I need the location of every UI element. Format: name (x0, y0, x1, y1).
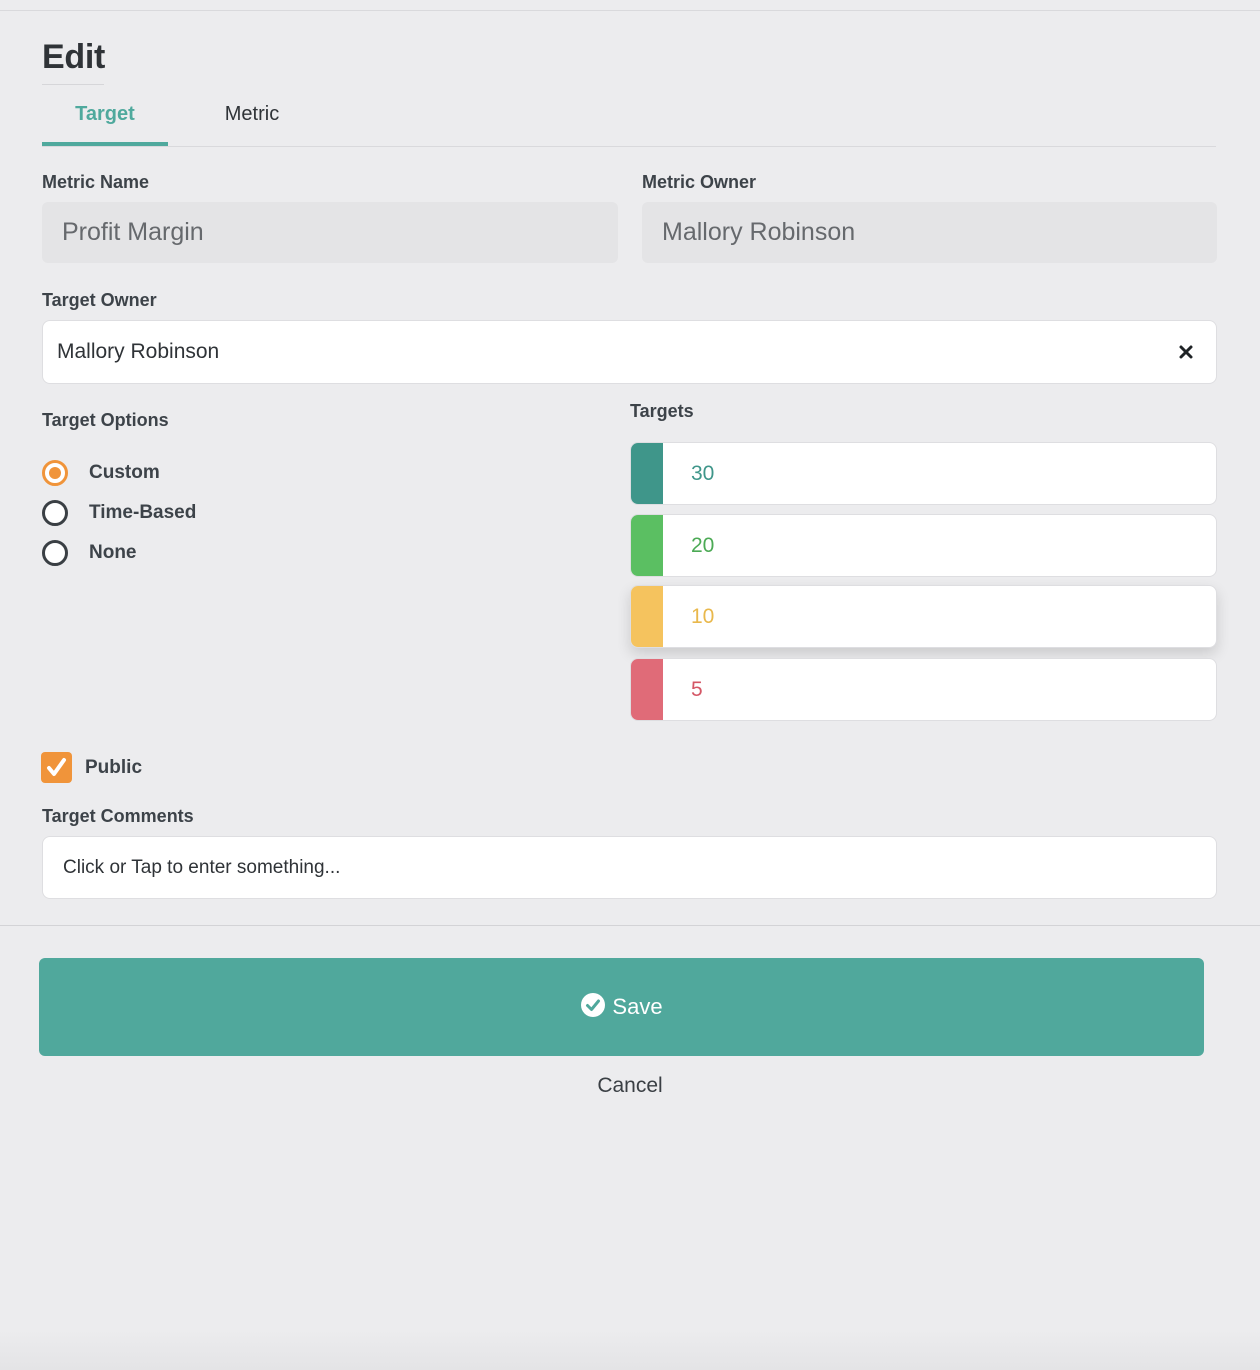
radio-button[interactable] (42, 500, 68, 526)
save-label: Save (612, 994, 663, 1019)
target-value: 5 (691, 678, 703, 701)
radio-label-time-based: Time-Based (89, 502, 197, 523)
target-owner-label: Target Owner (42, 290, 157, 310)
radio-label-custom: Custom (89, 462, 160, 483)
target-row-1[interactable]: 30 (630, 442, 1217, 505)
title-underline (42, 84, 104, 85)
public-checkbox[interactable] (41, 752, 72, 783)
target-owner-select[interactable]: Mallory Robinson (42, 320, 1217, 384)
radio-option-time-based[interactable]: Time-Based (42, 499, 196, 527)
metric-owner-field: Mallory Robinson (642, 202, 1217, 263)
target-row-3[interactable]: 10 (630, 585, 1217, 648)
bottom-fade (0, 1330, 1260, 1370)
page-title: Edit (42, 38, 106, 76)
target-color-swatch (631, 586, 663, 647)
metric-owner-label: Metric Owner (642, 172, 757, 192)
radio-button[interactable] (42, 540, 68, 566)
target-color-swatch (631, 515, 663, 576)
tab-target[interactable]: Target (42, 96, 168, 146)
targets-label: Targets (630, 401, 694, 421)
public-label: Public (85, 757, 143, 778)
cancel-button[interactable]: Cancel (560, 1070, 700, 1102)
target-color-swatch (631, 659, 663, 720)
target-value: 30 (691, 462, 715, 485)
save-button[interactable]: Save (39, 958, 1204, 1056)
check-circle-icon (581, 993, 606, 1017)
target-options-label: Target Options (42, 410, 169, 430)
radio-option-none[interactable]: None (42, 539, 137, 567)
radio-button-checked[interactable] (42, 460, 68, 486)
radio-label-none: None (89, 542, 137, 563)
target-comments-input[interactable]: Click or Tap to enter something... (42, 836, 1217, 899)
metric-name-label: Metric Name (42, 172, 150, 192)
footer-divider (0, 925, 1260, 926)
close-icon[interactable] (1174, 340, 1198, 364)
target-owner-value: Mallory Robinson (57, 340, 220, 363)
checkmark-icon (47, 758, 66, 776)
tab-bar: Target Metric (42, 96, 1216, 147)
target-comments-label: Target Comments (42, 806, 194, 826)
target-comments-placeholder: Click or Tap to enter something... (63, 857, 341, 878)
metric-name-field: Profit Margin (42, 202, 618, 263)
target-value: 10 (691, 605, 715, 628)
target-row-2[interactable]: 20 (630, 514, 1217, 577)
target-color-swatch (631, 443, 663, 504)
target-row-4[interactable]: 5 (630, 658, 1217, 721)
radio-option-custom[interactable]: Custom (42, 459, 160, 487)
target-value: 20 (691, 534, 715, 557)
top-divider (0, 10, 1260, 11)
tab-metric[interactable]: Metric (192, 96, 312, 146)
